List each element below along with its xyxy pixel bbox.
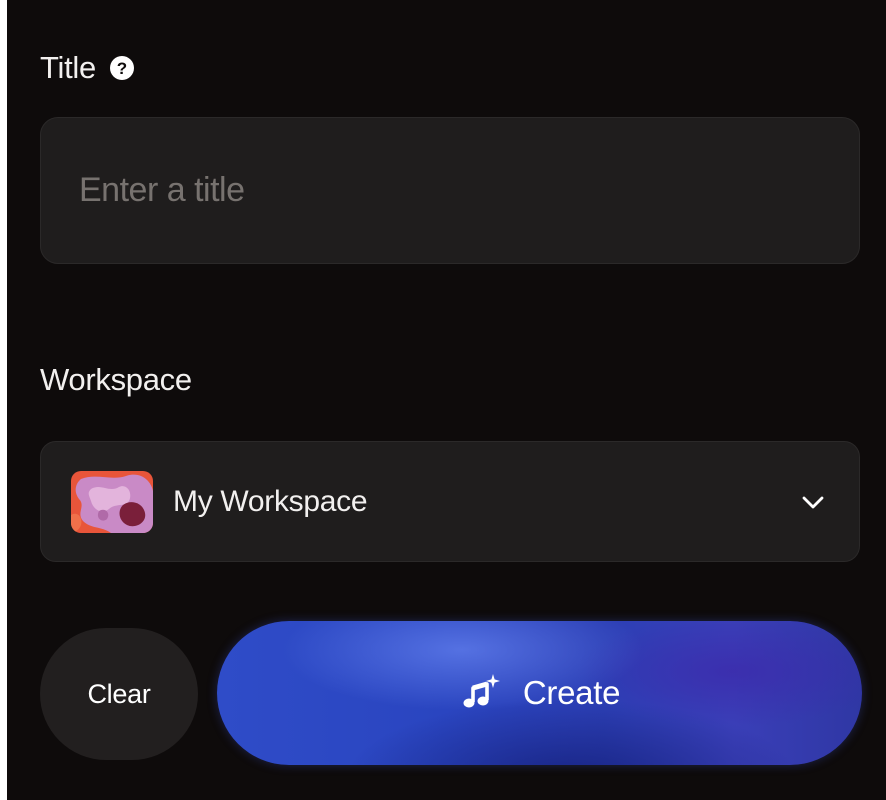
- help-icon[interactable]: ?: [109, 56, 134, 80]
- title-label: Title: [40, 50, 96, 85]
- workspace-selected-value: My Workspace: [173, 484, 368, 518]
- title-label-row: Title ?: [40, 48, 134, 88]
- workspace-select[interactable]: My Workspace: [40, 441, 860, 562]
- title-input[interactable]: [40, 117, 860, 264]
- workspace-label: Workspace: [40, 362, 192, 397]
- clear-button[interactable]: Clear: [40, 628, 198, 760]
- music-sparkle-icon: [463, 674, 500, 708]
- chevron-down-icon: [802, 496, 824, 508]
- create-form-panel: Title ? Workspace My Workspace Clear: [7, 0, 886, 800]
- workspace-thumbnail: [71, 470, 153, 533]
- create-button[interactable]: Create: [217, 621, 862, 765]
- create-button-label: Create: [522, 674, 621, 711]
